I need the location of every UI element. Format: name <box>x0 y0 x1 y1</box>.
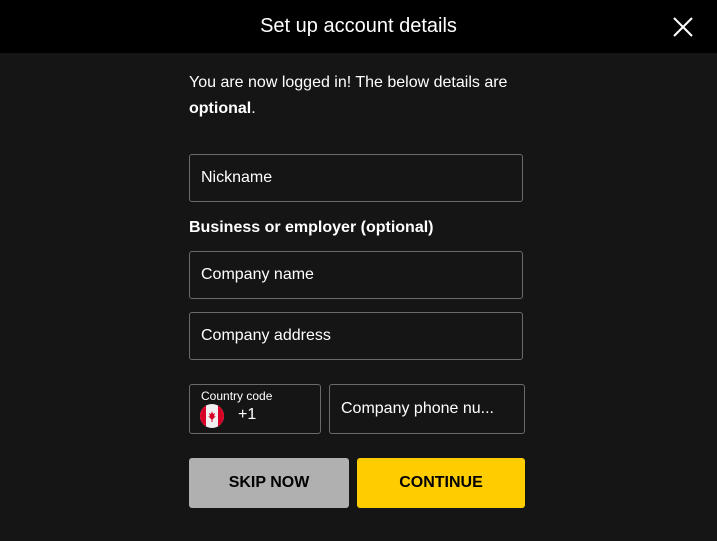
continue-button[interactable]: CONTINUE <box>357 458 525 508</box>
intro-optional: optional <box>189 100 252 117</box>
modal-header: Set up account details <box>0 0 717 53</box>
modal-title: Set up account details <box>260 15 457 37</box>
intro-suffix: . <box>251 100 256 117</box>
company-phone-field-container <box>329 384 525 434</box>
country-code-select[interactable]: Country code +1 <box>189 384 321 434</box>
business-section-label: Business or employer (optional) <box>189 219 434 236</box>
company-address-field-container <box>189 312 523 360</box>
company-name-input[interactable] <box>190 252 522 298</box>
company-address-input[interactable] <box>190 313 522 359</box>
close-button[interactable] <box>671 15 695 39</box>
nickname-field-container <box>189 154 523 202</box>
intro-message: You are now logged in! The below details… <box>189 74 508 91</box>
close-icon <box>673 17 693 37</box>
company-phone-input[interactable] <box>330 385 524 433</box>
country-code-label: Country code <box>201 389 273 403</box>
country-code-value: +1 <box>238 406 257 423</box>
nickname-input[interactable] <box>190 155 522 201</box>
company-name-field-container <box>189 251 523 299</box>
intro-text: You are now logged in! The below details… <box>189 70 529 122</box>
skip-now-button[interactable]: SKIP NOW <box>189 458 349 508</box>
canada-flag-icon <box>200 404 224 428</box>
